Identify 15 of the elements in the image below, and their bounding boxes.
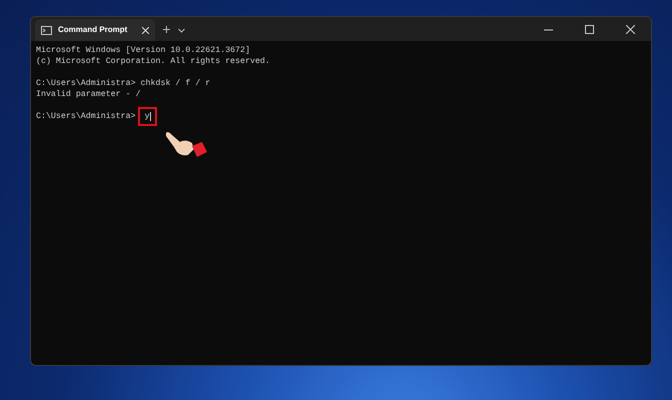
add-icon[interactable] (163, 26, 170, 33)
terminal-icon (41, 26, 52, 34)
close-icon[interactable] (626, 24, 635, 34)
pointing-hand-icon (164, 130, 210, 160)
tab[interactable]: Command Prompt (35, 19, 155, 41)
command-prompt: C:\Users\Administra> (36, 111, 136, 122)
text-cursor (150, 112, 151, 121)
terminal-line: Invalid parameter - / (36, 90, 141, 99)
chevron-down-icon[interactable] (178, 28, 185, 33)
tab-title: Command Prompt (58, 24, 128, 36)
terminal-line: (c) Microsoft Corporation. All rights reserved. (36, 57, 270, 66)
close-icon[interactable] (142, 26, 149, 34)
maximize-icon[interactable] (585, 24, 594, 34)
terminal-line: C:\Users\Administra> chkdsk / f / r (36, 79, 210, 88)
terminal-line: Microsoft Windows [Version 10.0.22621.3672] (36, 46, 250, 55)
